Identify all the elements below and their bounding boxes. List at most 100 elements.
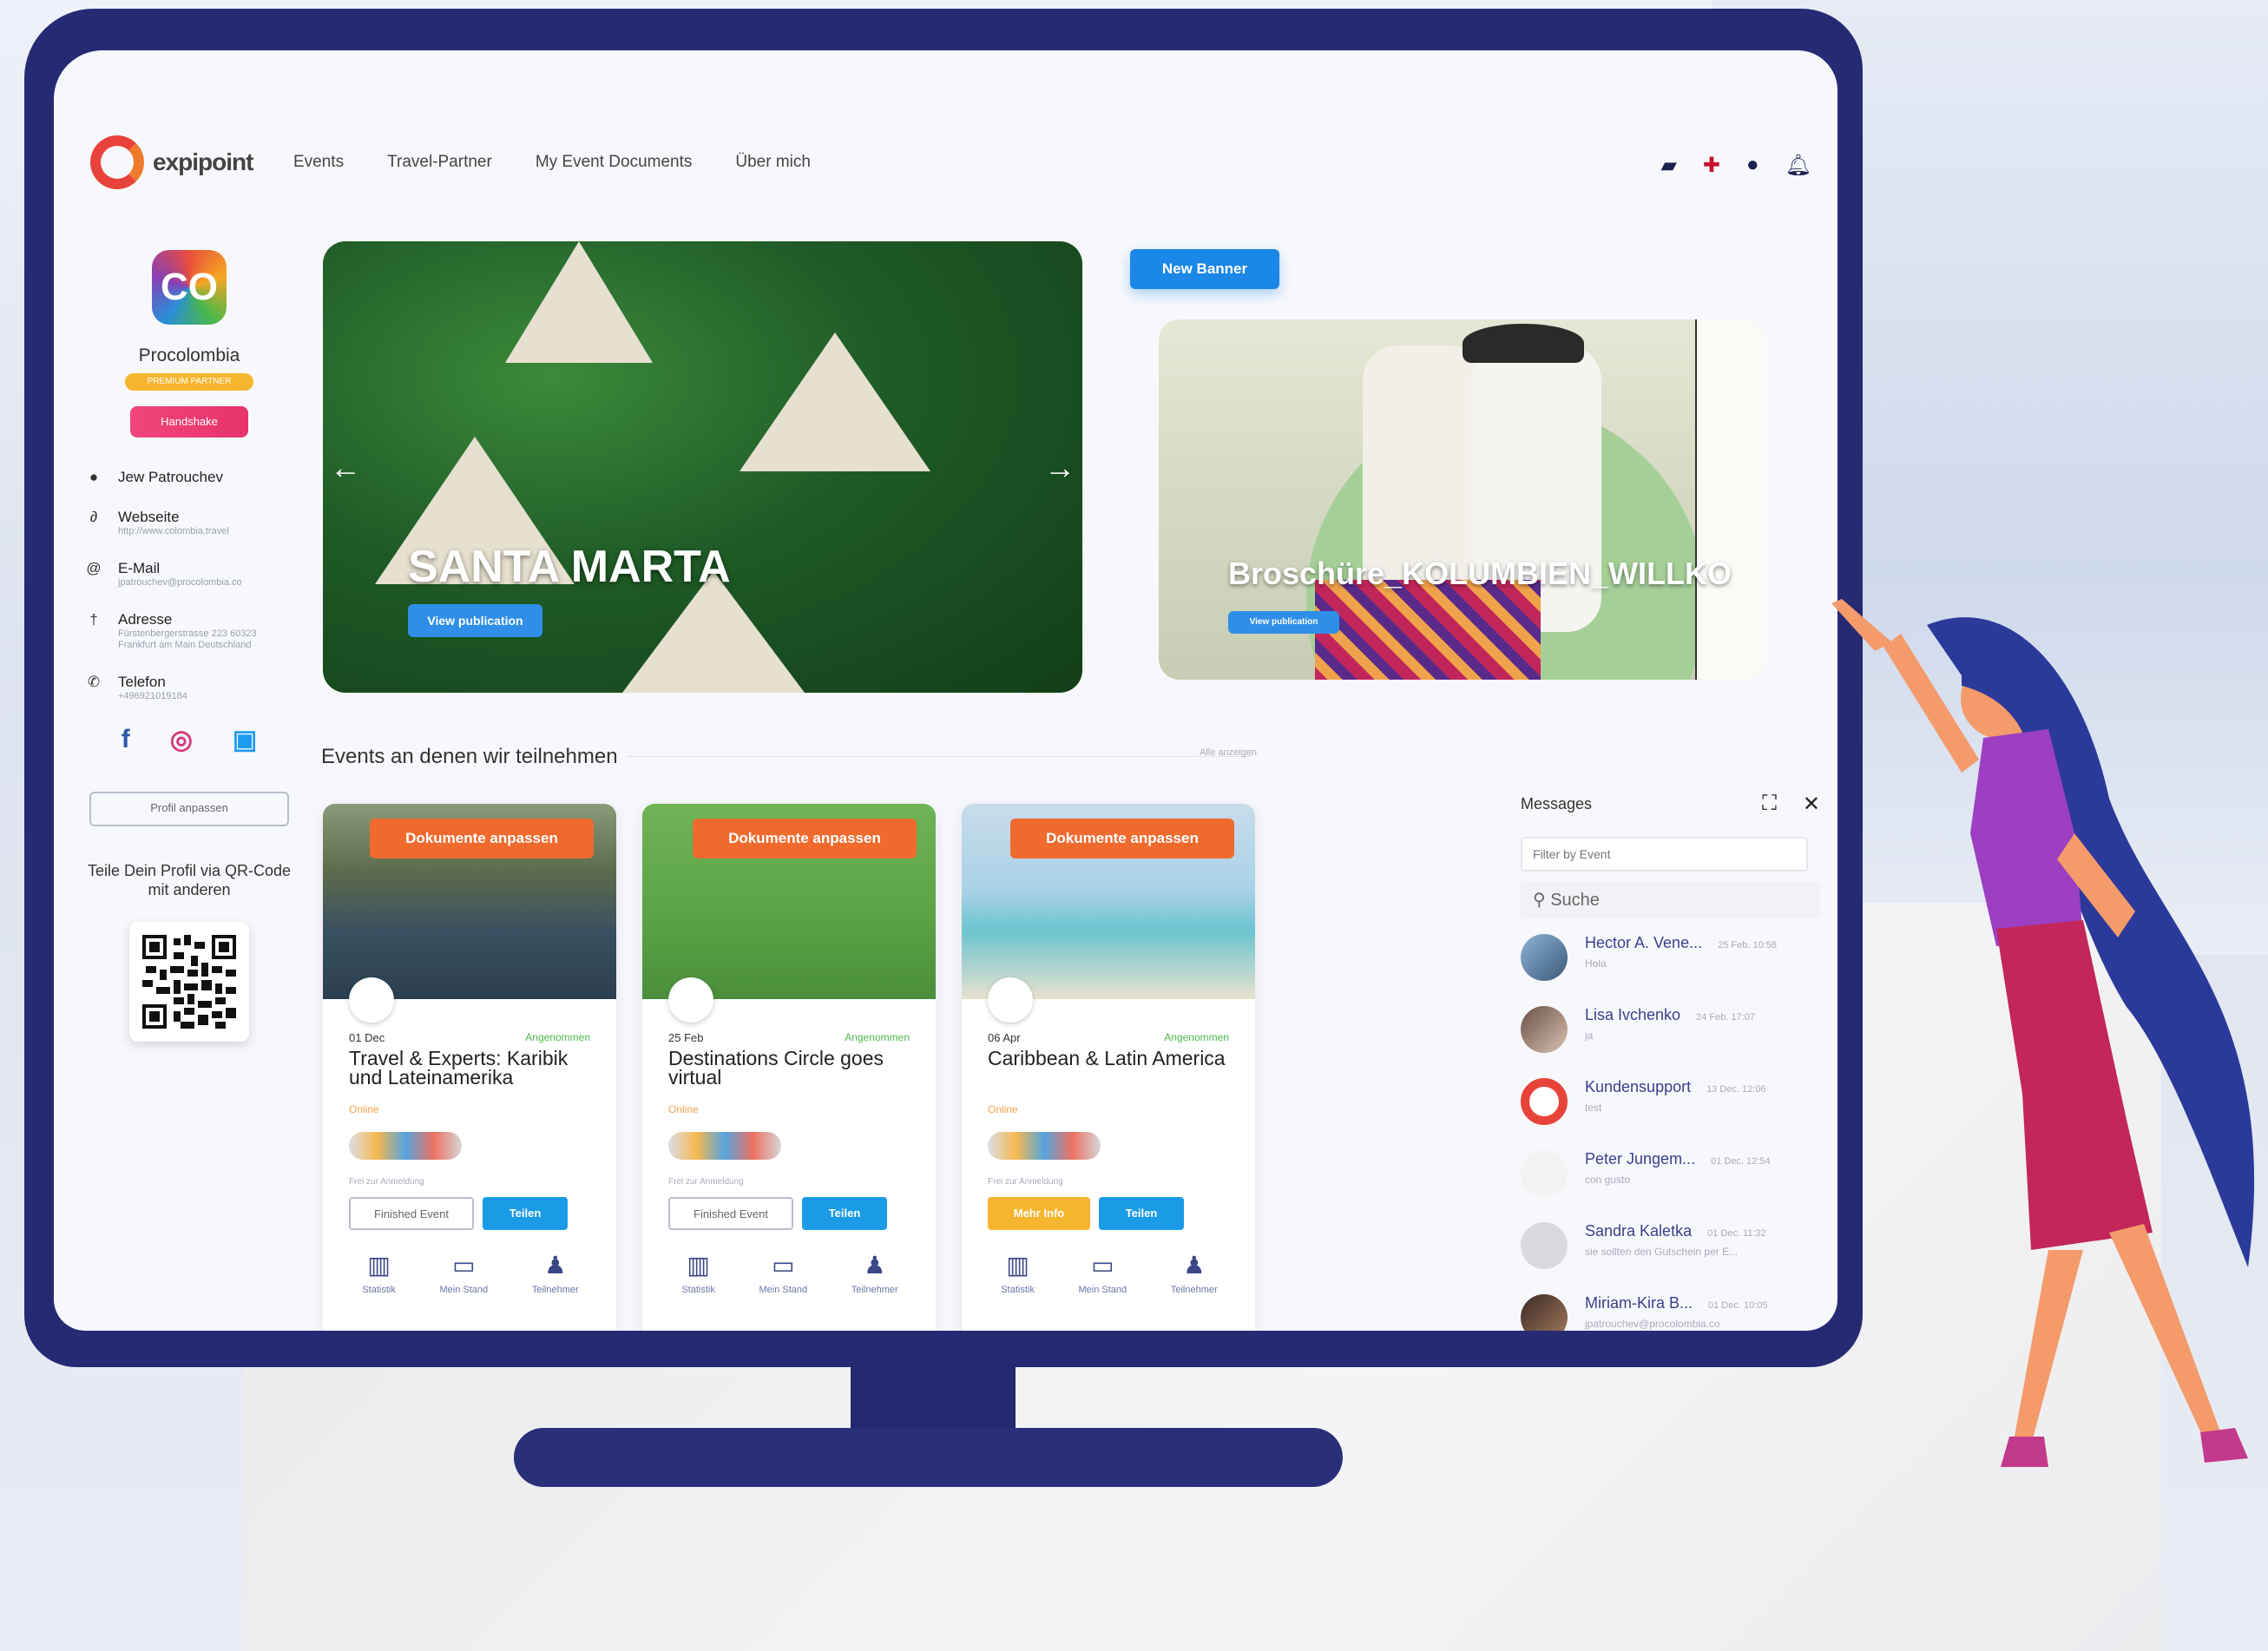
events-section-title: Events an denen wir teilnehmen — [321, 745, 618, 768]
edit-documents-button[interactable]: Dokumente anpassen — [693, 819, 917, 858]
expand-icon[interactable]: ⛶ — [1762, 792, 1777, 817]
conversation-item[interactable]: Sandra Kaletka 01 Dec. 11:32 sie sollten … — [1521, 1222, 1820, 1294]
bell-icon[interactable]: 🔔︎ — [1785, 153, 1811, 178]
contact-name: Lisa Ivchenko — [1585, 1006, 1681, 1023]
message-preview: Hola — [1585, 957, 1607, 970]
event-title[interactable]: Destinations Circle goes virtual — [668, 1049, 920, 1088]
event-title[interactable]: Caribbean & Latin America — [988, 1049, 1239, 1069]
participants-action[interactable]: ♟ Teilnehmer — [532, 1251, 579, 1295]
participants-action[interactable]: ♟ Teilnehmer — [851, 1251, 898, 1295]
partner-logos — [349, 1132, 462, 1160]
monitor-base — [514, 1428, 1343, 1487]
chart-icon: ▥ — [367, 1252, 391, 1279]
contact-phone[interactable]: ✆ Telefon +496921019184 — [85, 674, 293, 702]
facebook-icon[interactable]: f — [122, 725, 130, 755]
edit-documents-button[interactable]: Dokumente anpassen — [1010, 819, 1234, 858]
event-note: Frei zur Anmeldung — [349, 1177, 424, 1187]
contact-list: ● Jew Patrouchev ∂ Webseite http://www.c… — [85, 469, 293, 702]
folder-icon[interactable]: ▰ — [1660, 153, 1676, 178]
event-location: Online — [668, 1103, 699, 1115]
conversation-item[interactable]: Lisa Ivchenko 24 Feb. 17:07 ja — [1521, 1006, 1820, 1078]
contact-website[interactable]: ∂ Webseite http://www.colombia.travel — [85, 509, 293, 537]
conversation-item[interactable]: Peter Jungem... 01 Dec. 12:54 con gusto — [1521, 1150, 1820, 1222]
contact-name: Hector A. Vene... — [1585, 934, 1703, 951]
messages-panel: Messages ⛶ ✕ ⚲ Suche Hector A. Vene... 25… — [1521, 786, 1820, 1331]
partner-logos — [668, 1132, 781, 1160]
event-date: 06 Apr — [988, 1031, 1021, 1044]
booth-action[interactable]: ▭ Mein Stand — [759, 1251, 808, 1295]
share-button[interactable]: Teilen — [802, 1197, 887, 1230]
event-card[interactable]: Dokumente anpassen 01 Dec Angenommen Tra… — [323, 804, 616, 1331]
message-preview: test — [1585, 1102, 1602, 1114]
event-title[interactable]: Travel & Experts: Karibik und Lateinamer… — [349, 1049, 601, 1088]
hero-next-arrow[interactable]: → — [1044, 450, 1075, 486]
message-time: 13 Dec. 12:06 — [1706, 1084, 1766, 1095]
card-actions: ▥ Statistik ▭ Mein Stand ♟ Teilnehmer — [979, 1251, 1239, 1295]
conversation-item[interactable]: Kundensupport 13 Dec. 12:06 test — [1521, 1078, 1820, 1150]
contact-email[interactable]: @ E-Mail jpatrouchev@procolombia.co — [85, 560, 293, 589]
twitter-icon[interactable]: ▣ — [233, 725, 257, 755]
participants-action[interactable]: ♟ Teilnehmer — [1171, 1251, 1218, 1295]
hero-view-publication-button[interactable]: View publication — [408, 604, 542, 637]
new-banner-button[interactable]: New Banner — [1130, 249, 1279, 289]
action-label: Teilnehmer — [1170, 1285, 1218, 1295]
action-label: Mein Stand — [439, 1285, 489, 1295]
handshake-button[interactable]: Handshake — [130, 406, 248, 437]
avatar — [1521, 934, 1568, 981]
booth-action[interactable]: ▭ Mein Stand — [440, 1251, 489, 1295]
chart-icon: ▥ — [1006, 1252, 1029, 1279]
conversation-item[interactable]: Hector A. Vene... 25 Feb. 10:58 Hola — [1521, 934, 1820, 1006]
conversation-list: Hector A. Vene... 25 Feb. 10:58 Hola Lisa… — [1521, 934, 1820, 1331]
flag-uk-icon[interactable]: ✚ — [1703, 153, 1720, 178]
messages-title: Messages — [1521, 794, 1593, 812]
event-date: 25 Feb — [668, 1031, 704, 1044]
event-card[interactable]: Dokumente anpassen 25 Feb Angenommen Des… — [642, 804, 936, 1331]
nav-events[interactable]: Events — [293, 153, 344, 172]
share-button[interactable]: Teilen — [483, 1197, 568, 1230]
chat-icon[interactable]: ● — [1746, 153, 1759, 178]
monitor-frame: expipoint Events Travel-Partner My Event… — [24, 9, 1863, 1367]
woman-illustration — [1831, 599, 2255, 1467]
events-show-all-link[interactable]: Alle anzeigen — [1200, 747, 1257, 758]
event-note: Frei zur Anmeldung — [668, 1177, 744, 1187]
contact-label: Webseite — [118, 509, 180, 525]
stats-action[interactable]: ▥ Statistik — [681, 1251, 715, 1295]
booth-action[interactable]: ▭ Mein Stand — [1079, 1251, 1127, 1295]
share-button[interactable]: Teilen — [1099, 1197, 1184, 1230]
edit-documents-button[interactable]: Dokumente anpassen — [370, 819, 594, 858]
monitor-icon: ▭ — [772, 1252, 795, 1279]
conversation-item[interactable]: Miriam-Kira B... 01 Dec. 10:05 jpatrouche… — [1521, 1294, 1820, 1331]
qr-share-text: Teile Dein Profil via QR-Code mit andere… — [87, 862, 292, 898]
banner2-title: Broschüre_KOLUMBIEN_WILLKO — [1228, 556, 1732, 591]
nav-ueber-mich[interactable]: Über mich — [735, 153, 811, 172]
hut-graphic — [740, 332, 930, 471]
partner-logos — [988, 1132, 1101, 1160]
finished-event-button[interactable]: Finished Event — [349, 1197, 474, 1230]
app-logo[interactable]: expipoint — [90, 135, 253, 189]
banner2-view-publication-button[interactable]: View publication — [1228, 611, 1339, 634]
edit-profile-button[interactable]: Profil anpassen — [89, 792, 289, 826]
pin-icon: † — [89, 611, 98, 628]
contact-person: ● Jew Patrouchev — [85, 469, 293, 486]
stats-action[interactable]: ▥ Statistik — [1001, 1251, 1035, 1295]
nav-travel-partner[interactable]: Travel-Partner — [387, 153, 492, 172]
nav-my-event-documents[interactable]: My Event Documents — [536, 153, 693, 172]
contact-name: Sandra Kaletka — [1585, 1222, 1693, 1240]
action-label: Statistik — [681, 1285, 715, 1295]
top-icon-bar: ▰ ✚ ● 🔔︎ — [1660, 153, 1811, 178]
hero-banner[interactable]: ← → SANTA MARTA View publication — [323, 241, 1082, 693]
secondary-banner[interactable]: Broschüre_KOLUMBIEN_WILLKO View publicat… — [1159, 319, 1766, 680]
event-filter-select[interactable] — [1521, 837, 1808, 872]
more-info-button[interactable]: Mehr Info — [988, 1197, 1090, 1230]
stats-action[interactable]: ▥ Statistik — [362, 1251, 396, 1295]
hero-prev-arrow[interactable]: ← — [330, 450, 361, 486]
finished-event-button[interactable]: Finished Event — [668, 1197, 793, 1230]
social-links: f ◎ ▣ — [85, 725, 293, 755]
search-placeholder: Suche — [1550, 891, 1600, 910]
message-search[interactable]: ⚲ Suche — [1521, 882, 1820, 918]
users-icon: ♟ — [864, 1252, 886, 1279]
message-time: 24 Feb. 17:07 — [1696, 1012, 1755, 1023]
instagram-icon[interactable]: ◎ — [170, 725, 193, 755]
event-card[interactable]: Dokumente anpassen 06 Apr Angenommen Car… — [962, 804, 1255, 1331]
contact-label: E-Mail — [118, 560, 161, 576]
